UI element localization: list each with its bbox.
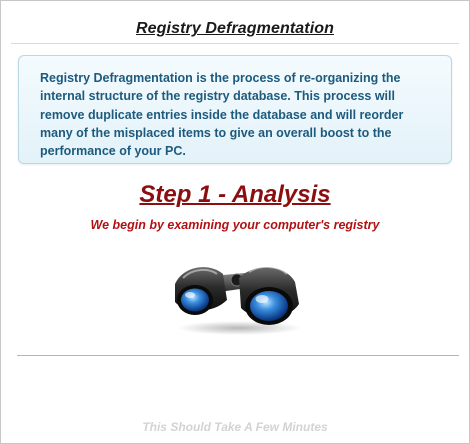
- page-header: Registry Defragmentation: [1, 20, 469, 38]
- page-title: Registry Defragmentation: [136, 20, 334, 37]
- panel-frame: Registry Defragmentation Registry Defrag…: [0, 0, 470, 444]
- duration-note: This Should Take A Few Minutes: [142, 420, 328, 434]
- binoculars-icon: [175, 266, 301, 335]
- description-box: Registry Defragmentation is the process …: [18, 55, 452, 164]
- content-divider: [17, 355, 459, 356]
- description-text: Registry Defragmentation is the process …: [40, 71, 404, 159]
- title-separator: [11, 43, 459, 44]
- step-subtitle: We begin by examining your computer's re…: [90, 218, 380, 232]
- step-title: Step 1 - Analysis: [139, 181, 331, 208]
